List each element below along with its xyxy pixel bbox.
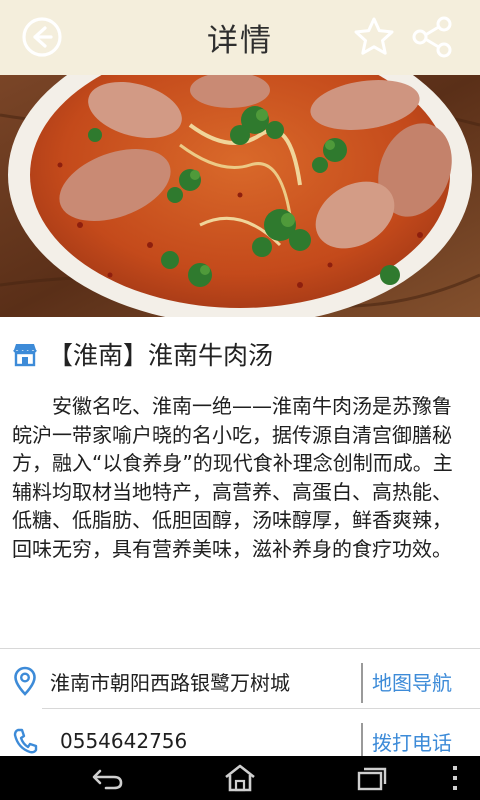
map-navigation-link[interactable]: 地图导航: [372, 667, 452, 696]
dish-title: 【淮南】淮南牛肉汤: [48, 341, 274, 370]
location-pin-icon: [12, 666, 38, 696]
nav-recents-icon: [357, 767, 387, 791]
beef-soup-photo: [0, 75, 480, 317]
share-icon: [412, 16, 452, 58]
nav-recents-button[interactable]: [348, 760, 396, 796]
system-nav-bar: [0, 756, 480, 800]
star-outline-icon: [354, 17, 394, 55]
page-title: 详情: [207, 23, 273, 59]
back-arrow-circle-icon: [22, 17, 62, 57]
nav-back-button[interactable]: [84, 760, 132, 796]
detail-screen: 详情 【淮南】淮南牛肉汤 安徽名吃、淮南一绝——淮南牛肉汤是苏豫鲁皖沪一带家喻户…: [0, 0, 480, 800]
nav-home-icon: [225, 764, 255, 792]
favorite-button[interactable]: [348, 11, 400, 63]
nav-menu-button[interactable]: [440, 760, 470, 796]
dish-description: 安徽名吃、淮南一绝——淮南牛肉汤是苏豫鲁皖沪一带家喻户晓的名小吃，据传源自清宫御…: [12, 394, 453, 561]
divider: [42, 708, 480, 709]
back-button[interactable]: [16, 11, 68, 63]
share-button[interactable]: [406, 11, 458, 63]
dish-title-row: 【淮南】淮南牛肉汤: [0, 334, 480, 374]
address-text: 淮南市朝阳西路银鹭万树城: [50, 670, 290, 695]
nav-home-button[interactable]: [216, 760, 264, 796]
address-row: 淮南市朝阳西路银鹭万树城 地图导航: [0, 651, 480, 711]
header-bar: 详情: [0, 0, 480, 75]
vertical-separator: [361, 663, 363, 703]
phone-icon: [12, 726, 38, 756]
call-link[interactable]: 拨打电话: [372, 727, 452, 756]
nav-back-icon: [92, 769, 123, 790]
phone-number: 0554642756: [60, 729, 188, 753]
shop-icon: [12, 341, 38, 367]
divider: [0, 648, 480, 649]
nav-menu-icon: [453, 766, 457, 790]
dish-photo: [0, 75, 480, 317]
